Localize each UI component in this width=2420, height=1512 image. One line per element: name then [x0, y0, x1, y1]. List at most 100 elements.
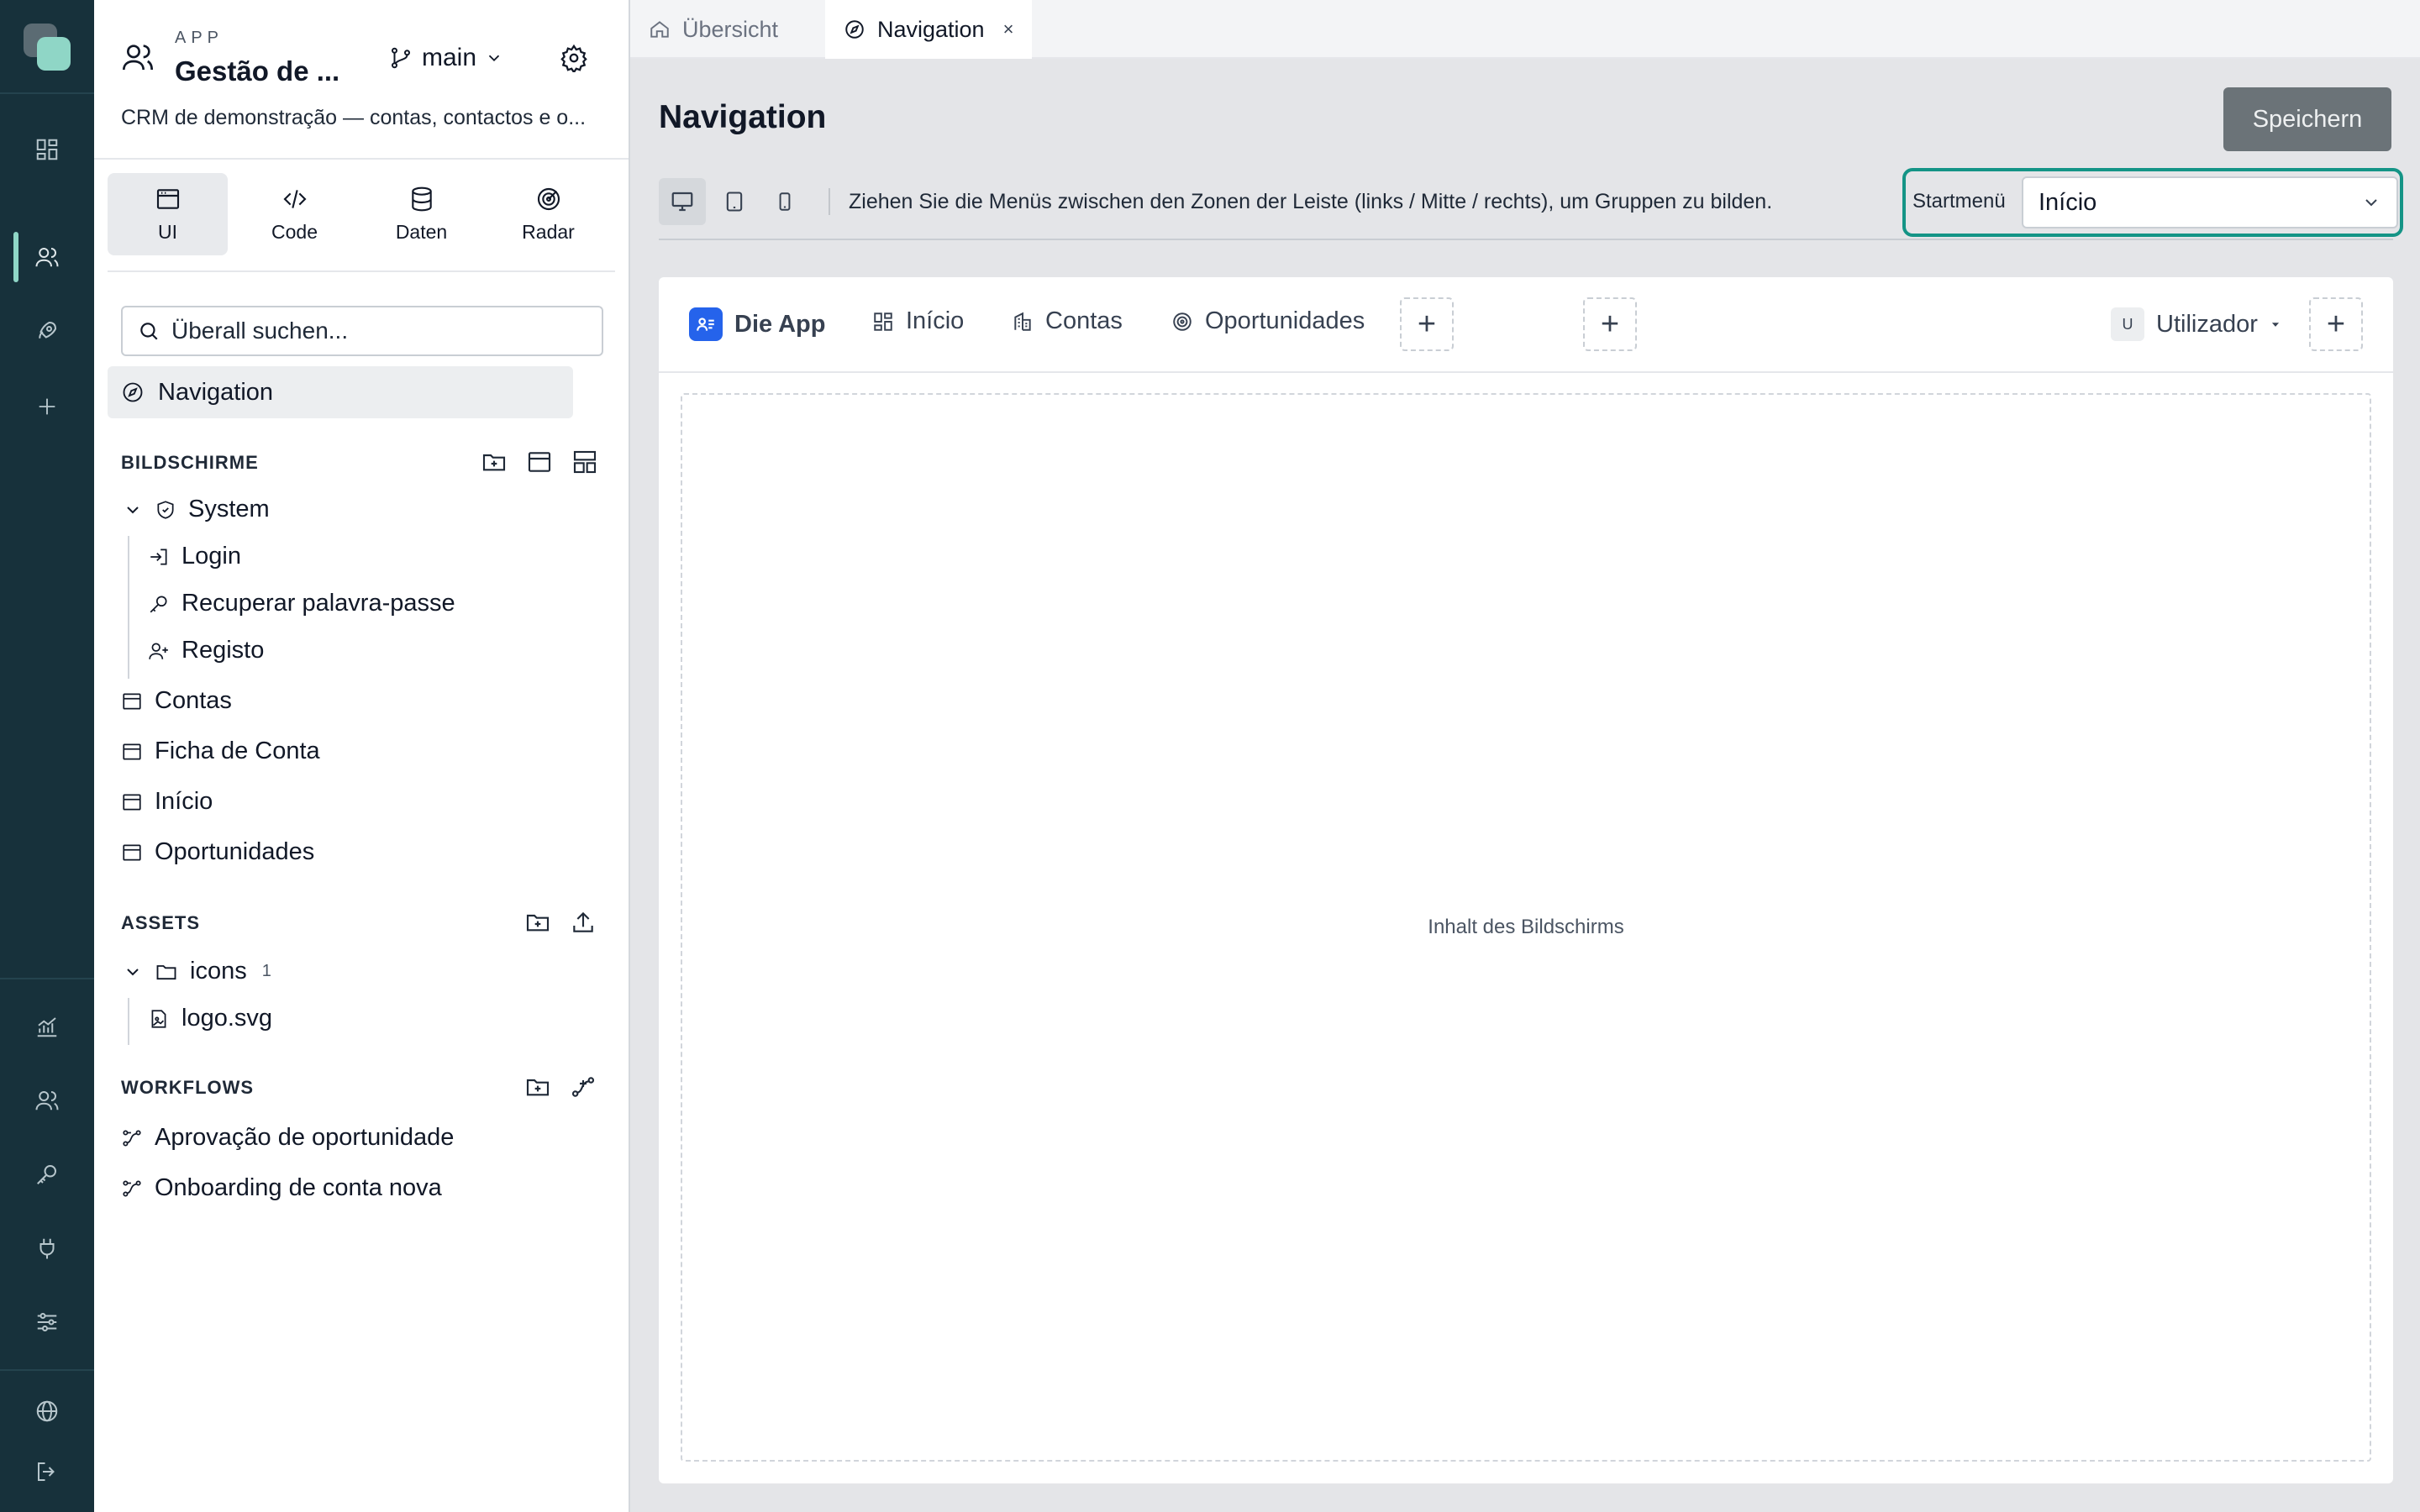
mode-ui[interactable]: UI: [108, 173, 228, 255]
new-screen-icon[interactable]: [526, 449, 553, 475]
add-left-zone-button[interactable]: +: [1400, 297, 1454, 351]
menubar-item-contas[interactable]: Contas: [1012, 307, 1123, 335]
browser-window-icon: [155, 186, 182, 213]
gear-icon[interactable]: [560, 44, 588, 72]
dashboard-icon[interactable]: [30, 133, 64, 166]
tree-item-aprovacao-de-oportunidade[interactable]: Aprovação de oportunidade: [121, 1124, 454, 1152]
new-folder-icon[interactable]: [524, 909, 551, 936]
tree-item-label: Oportunidades: [155, 838, 315, 865]
radar-icon: [535, 186, 562, 213]
start-menu-value: Início: [2039, 188, 2097, 216]
section-title-screens: BILDSCHIRME: [121, 452, 259, 473]
mode-label: Radar: [522, 220, 575, 243]
tree-folder-system[interactable]: System: [123, 496, 270, 523]
users-icon: [121, 40, 155, 74]
tree-item-label: Aprovação de oportunidade: [155, 1124, 455, 1151]
folder-count: 1: [261, 962, 271, 980]
app-menubar-preview: Die App Início Contas Oportunidades + + …: [659, 277, 2393, 373]
app-rail: [0, 0, 94, 1512]
menubar-item-inicio[interactable]: Início: [872, 307, 964, 335]
tree-item-oportunidades[interactable]: Oportunidades: [121, 838, 314, 866]
sidebar-item-navigation[interactable]: Navigation: [108, 366, 573, 418]
workspace-logo[interactable]: [24, 24, 71, 71]
tab-navigation[interactable]: Navigation ×: [825, 0, 1033, 59]
mode-daten[interactable]: Daten: [361, 173, 481, 255]
start-menu-select[interactable]: Início: [2022, 176, 2398, 228]
menubar-item-oportunidades[interactable]: Oportunidades: [1171, 307, 1365, 335]
tree-item-registo[interactable]: Registo: [148, 637, 264, 664]
new-folder-icon[interactable]: [481, 449, 508, 475]
grid-icon: [872, 311, 894, 333]
add-right-zone-button[interactable]: +: [2309, 297, 2363, 351]
tree-item-login[interactable]: Login: [148, 543, 241, 570]
user-plus-icon: [148, 640, 170, 662]
mode-label: Code: [271, 220, 318, 243]
building-icon: [1012, 311, 1034, 333]
tree-item-label: Registo: [182, 637, 265, 664]
app-description: CRM de demonstração — contas, contactos …: [121, 106, 587, 129]
tree-item-inicio[interactable]: Início: [121, 788, 213, 816]
menubar-item-label: Contas: [1045, 307, 1123, 334]
tree-item-label: Onboarding de conta nova: [155, 1174, 442, 1201]
plus-icon[interactable]: [30, 390, 64, 423]
key-icon: [148, 593, 170, 615]
upload-icon[interactable]: [570, 909, 597, 936]
project-sidebar: APP Gestão de ... main CRM de demonstraç…: [94, 0, 630, 1512]
tab-ubersicht[interactable]: Übersicht: [630, 0, 797, 59]
target-icon: [1171, 311, 1193, 333]
save-button[interactable]: Speichern: [2223, 87, 2391, 151]
rail-divider: [0, 92, 94, 94]
branch-selector[interactable]: main: [388, 44, 503, 72]
tree-folder-icons[interactable]: icons 1: [123, 958, 271, 985]
analytics-icon[interactable]: [30, 1010, 64, 1043]
browser-window-icon: [121, 741, 143, 763]
rocket-icon[interactable]: [30, 314, 64, 348]
page-title: Navigation: [659, 99, 827, 135]
section-title-assets: ASSETS: [121, 912, 201, 933]
logout-icon[interactable]: [30, 1455, 64, 1488]
menubar-user-menu[interactable]: U Utilizador: [2111, 307, 2281, 341]
search-input[interactable]: [171, 318, 592, 344]
tree-item-recuperar-palavra-passe[interactable]: Recuperar palavra-passe: [148, 590, 455, 617]
tree-item-label: Contas: [155, 687, 232, 714]
key-icon[interactable]: [30, 1158, 64, 1191]
rail-divider: [0, 1369, 94, 1371]
tree-guide: [128, 536, 129, 679]
chevron-down-icon: [123, 962, 143, 982]
start-menu-label: Startmenü: [1912, 190, 2006, 213]
sidebar-item-label: Navigation: [158, 378, 274, 406]
mode-label: UI: [158, 220, 177, 243]
tablet-preview-button[interactable]: [711, 178, 758, 225]
plug-icon[interactable]: [30, 1231, 64, 1265]
tree-item-onboarding-de-conta-nova[interactable]: Onboarding de conta nova: [121, 1174, 442, 1202]
tree-item-label: Recuperar palavra-passe: [182, 590, 455, 617]
layout-template-icon[interactable]: [571, 449, 598, 475]
workflow-icon[interactable]: [570, 1074, 597, 1100]
tree-item-contas[interactable]: Contas: [121, 687, 232, 715]
monitor-icon: [670, 189, 695, 214]
add-center-zone-button[interactable]: +: [1583, 297, 1637, 351]
sliders-icon[interactable]: [30, 1305, 64, 1339]
menubar-brand[interactable]: Die App: [689, 307, 825, 341]
new-folder-icon[interactable]: [524, 1074, 551, 1100]
chevron-down-icon: [485, 49, 503, 67]
menubar-item-label: Início: [906, 307, 965, 334]
users-icon[interactable]: [30, 240, 64, 274]
menubar-user-label: Utilizador: [2156, 310, 2258, 338]
tree-item-logo-svg[interactable]: logo.svg: [148, 1005, 272, 1032]
team-icon[interactable]: [30, 1084, 64, 1117]
desktop-preview-button[interactable]: [659, 178, 706, 225]
close-icon[interactable]: ×: [1003, 18, 1014, 40]
workflow-icon: [121, 1127, 143, 1149]
screen-canvas: Die App Início Contas Oportunidades + + …: [659, 277, 2393, 1483]
home-icon: [649, 18, 671, 40]
search-field[interactable]: [121, 306, 603, 356]
assets-actions: [524, 909, 597, 936]
mode-code[interactable]: Code: [234, 173, 355, 255]
rail-active-indicator: [13, 232, 18, 282]
tree-item-ficha-de-conta[interactable]: Ficha de Conta: [121, 738, 320, 765]
mode-radar[interactable]: Radar: [488, 173, 608, 255]
mobile-preview-button[interactable]: [761, 178, 808, 225]
globe-icon[interactable]: [30, 1394, 64, 1428]
compass-icon: [844, 18, 865, 40]
